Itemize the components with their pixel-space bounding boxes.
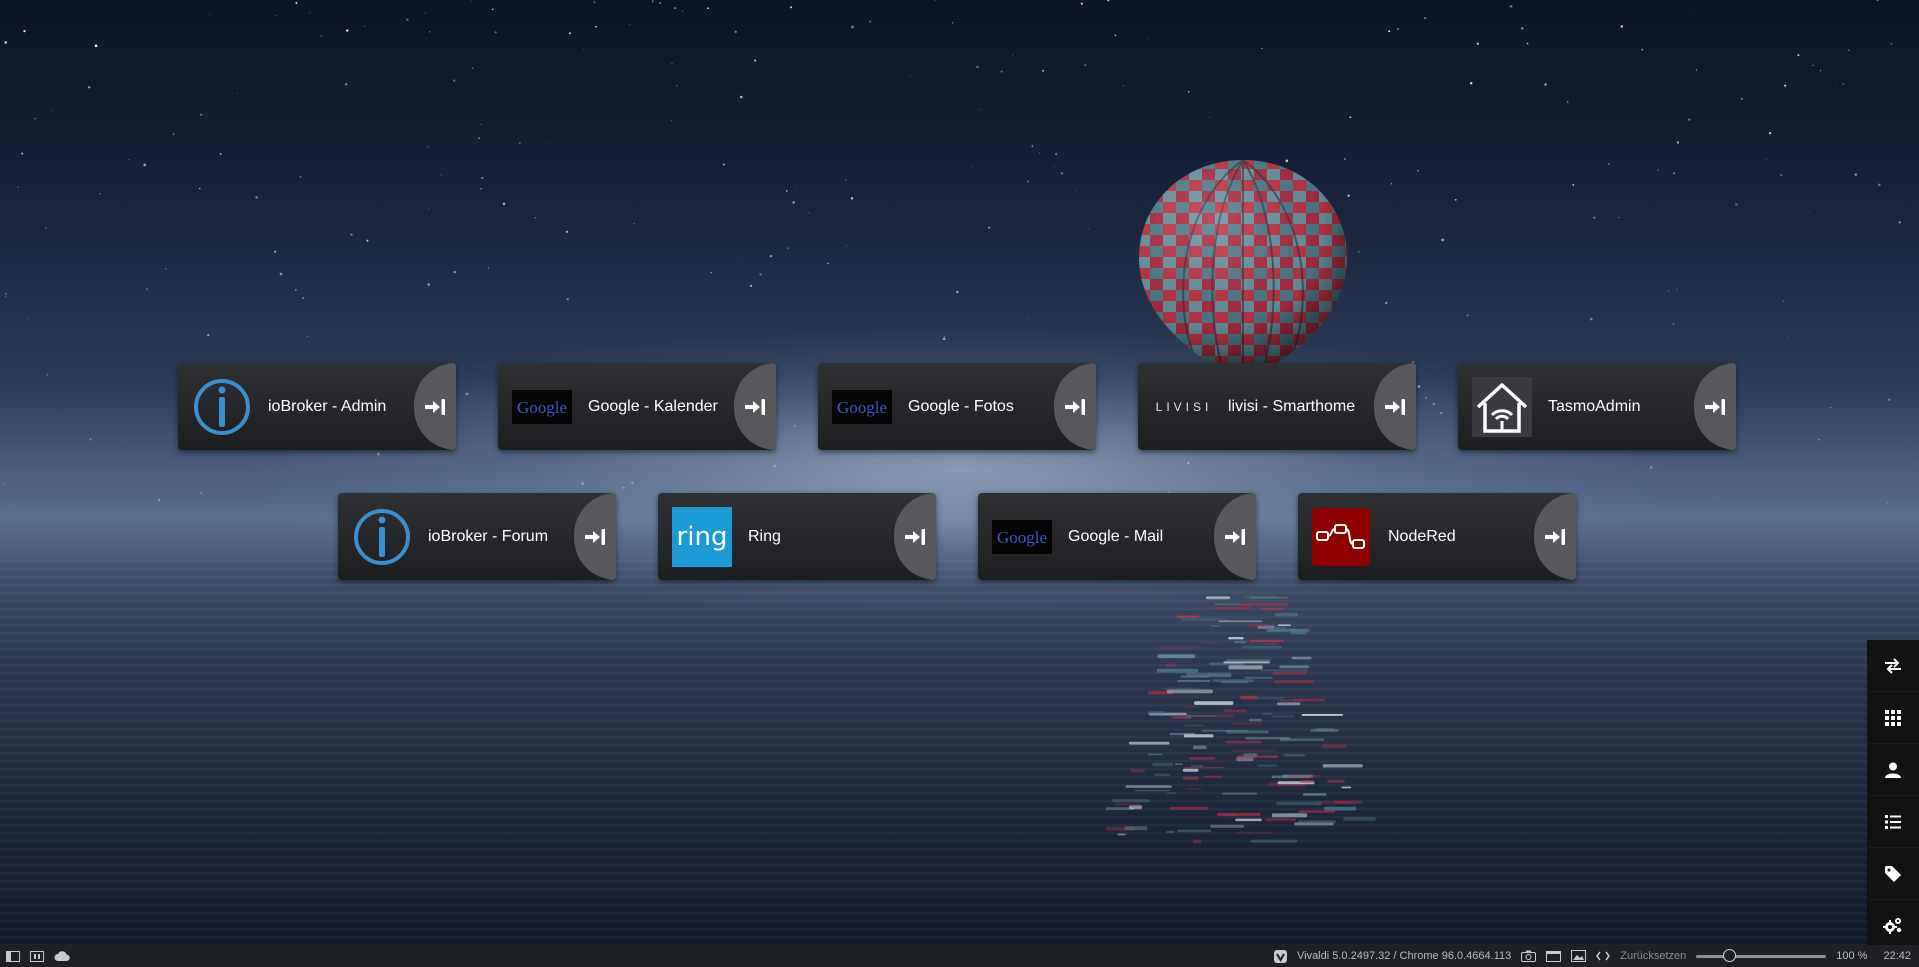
vivaldi-logo-icon xyxy=(1273,949,1287,963)
sidebar-swap-button[interactable] xyxy=(1867,640,1919,692)
zoom-slider-knob[interactable] xyxy=(1722,948,1736,962)
nodered-logo xyxy=(1312,508,1370,566)
tile-nodered[interactable]: NodeRed xyxy=(1298,493,1576,580)
ring-logo: ring xyxy=(672,507,732,567)
tile-label: ioBroker - Admin xyxy=(268,398,387,415)
tile-label: ioBroker - Forum xyxy=(428,528,549,545)
sidebar-user-button[interactable] xyxy=(1867,744,1919,796)
sidebar-tag-button[interactable] xyxy=(1867,848,1919,900)
svg-text:Google: Google xyxy=(837,398,887,417)
swap-icon xyxy=(1885,657,1901,674)
svg-text:Google: Google xyxy=(997,528,1047,547)
iobroker-logo xyxy=(192,377,252,437)
balloon-reflection-image xyxy=(1105,595,1376,844)
google-logo: Google xyxy=(512,377,572,437)
sign-in-icon xyxy=(585,528,605,545)
user-icon xyxy=(1885,762,1901,778)
tile-label: Ring xyxy=(748,528,781,545)
livisi-logo: LIVISI xyxy=(1155,400,1213,414)
code-icon[interactable] xyxy=(1596,951,1611,961)
clock: 22:42 xyxy=(1883,950,1911,962)
open-button[interactable] xyxy=(414,363,456,450)
list-icon xyxy=(1885,814,1901,829)
google-logo: Google xyxy=(992,507,1052,567)
capture-icon[interactable] xyxy=(1521,950,1537,962)
sign-in-icon xyxy=(1225,528,1245,545)
open-button[interactable] xyxy=(734,363,776,450)
starfield xyxy=(2,0,1917,516)
tile-google-kalender[interactable]: Google Google - Kalender xyxy=(498,363,776,450)
sign-in-icon xyxy=(1545,528,1565,545)
sign-in-icon xyxy=(1065,398,1085,415)
sync-cloud-icon[interactable] xyxy=(54,951,70,961)
open-button[interactable] xyxy=(1694,363,1736,450)
zoom-slider[interactable] xyxy=(1696,948,1827,962)
browser-version: Vivaldi 5.0.2497.32 / Chrome 96.0.4664.1… xyxy=(1296,950,1512,962)
tile-label: Google - Mail xyxy=(1068,528,1164,545)
sidebar-list-button[interactable] xyxy=(1867,796,1919,848)
open-button[interactable] xyxy=(894,493,936,580)
tile-tasmoadmin[interactable]: TasmoAdmin xyxy=(1458,363,1736,450)
open-button[interactable] xyxy=(1054,363,1096,450)
open-button[interactable] xyxy=(1534,493,1576,580)
tile-label: Google - Fotos xyxy=(908,398,1014,415)
open-button[interactable] xyxy=(574,493,616,580)
iobroker-logo xyxy=(352,507,412,567)
tile-label: NodeRed xyxy=(1388,528,1456,545)
tile-iobroker-admin[interactable]: ioBroker - Admin xyxy=(178,363,456,450)
tag-icon xyxy=(1885,865,1901,882)
sign-in-icon xyxy=(745,398,765,415)
desktop-background xyxy=(0,0,1919,945)
sign-in-icon xyxy=(1385,398,1405,415)
zoom-level: 100 % xyxy=(1836,950,1868,962)
settings-icon xyxy=(1883,917,1902,934)
sidebar-grid-button[interactable] xyxy=(1867,692,1919,744)
grid-icon xyxy=(1885,709,1901,726)
hot-air-balloon-image xyxy=(1139,160,1347,363)
tile-label: Google - Kalender xyxy=(588,398,718,415)
google-logo: Google xyxy=(832,377,892,437)
tile-iobroker-forum[interactable]: ioBroker - Forum xyxy=(338,493,616,580)
tile-label: TasmoAdmin xyxy=(1548,398,1641,415)
tile-google-mail[interactable]: Google Google - Mail xyxy=(978,493,1256,580)
tile-ring[interactable]: ring Ring xyxy=(658,493,936,580)
house-wifi-logo xyxy=(1472,377,1532,437)
open-button[interactable] xyxy=(1214,493,1256,580)
sign-in-icon xyxy=(905,528,925,545)
tile-livisi-smarthome[interactable]: LIVISI livisi - Smarthome xyxy=(1138,363,1416,450)
zoom-reset-button[interactable]: Zurücksetzen xyxy=(1620,950,1686,962)
water-surface xyxy=(0,560,1919,945)
sign-in-icon xyxy=(425,398,445,415)
tile-google-fotos[interactable]: Google Google - Fotos xyxy=(818,363,1096,450)
window-icon[interactable] xyxy=(1546,950,1562,962)
svg-text:Google: Google xyxy=(517,398,567,417)
tab-tiling-icon[interactable] xyxy=(30,950,44,962)
panel-toggle-icon[interactable] xyxy=(6,950,20,962)
tile-label: livisi - Smarthome xyxy=(1228,398,1356,415)
open-button[interactable] xyxy=(1374,363,1416,450)
image-icon[interactable] xyxy=(1571,950,1587,962)
sign-in-icon xyxy=(1705,398,1725,415)
right-sidebar xyxy=(1867,640,1919,952)
browser-status-bar: Vivaldi 5.0.2497.32 / Chrome 96.0.4664.1… xyxy=(0,945,1919,967)
